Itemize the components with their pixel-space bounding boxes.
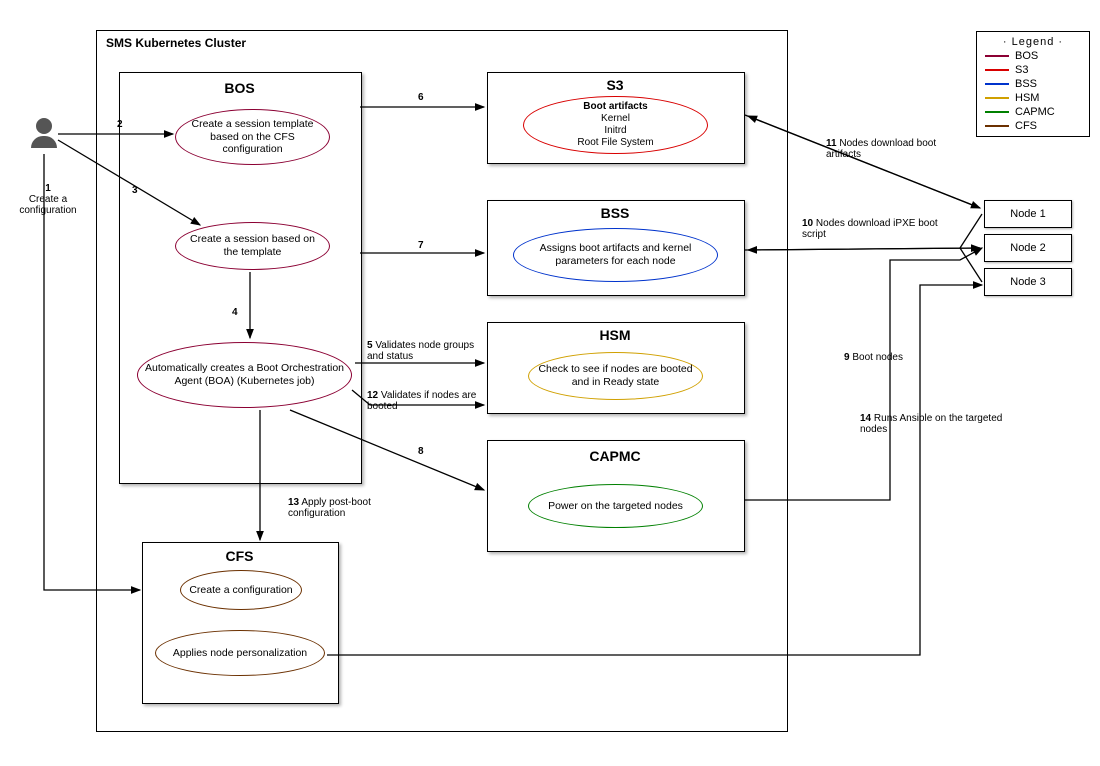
node-1: Node 1 xyxy=(984,200,1072,228)
capmc-e1-text: Power on the targeted nodes xyxy=(548,500,683,513)
legend-bos: BOS xyxy=(985,50,1081,62)
bos-e1-text: Create a session template based on the C… xyxy=(182,118,323,156)
node-3: Node 3 xyxy=(984,268,1072,296)
capmc-title: CAPMC xyxy=(487,448,743,464)
step-5-label: 5 Validates node groups and status xyxy=(367,340,487,362)
cfs-ellipse-config: Create a configuration xyxy=(180,570,302,610)
step-6-label: 6 xyxy=(418,92,424,103)
cfs-title: CFS xyxy=(142,548,337,564)
bos-ellipse-session-template: Create a session template based on the C… xyxy=(175,109,330,165)
hsm-ellipse: Check to see if nodes are booted and in … xyxy=(528,352,703,400)
bos-e3-text: Automatically creates a Boot Orchestrati… xyxy=(144,362,345,387)
hsm-title: HSM xyxy=(487,327,743,343)
bos-ellipse-boa: Automatically creates a Boot Orchestrati… xyxy=(137,342,352,408)
step-2-label: 2 xyxy=(117,119,123,130)
s3-title: S3 xyxy=(487,77,743,93)
legend-s3: S3 xyxy=(985,64,1081,76)
s3-l3: Root File System xyxy=(577,137,653,149)
step-11-label: 11 Nodes download boot artifacts xyxy=(826,138,966,160)
node-2: Node 2 xyxy=(984,234,1072,262)
cfs-ellipse-personalization: Applies node personalization xyxy=(155,630,325,676)
step-4-label: 4 xyxy=(232,307,238,318)
step-13-label: 13 Apply post-boot configuration xyxy=(288,497,388,519)
step-3-label: 3 xyxy=(132,185,138,196)
bos-ellipse-session: Create a session based on the template xyxy=(175,222,330,270)
bss-e1-text: Assigns boot artifacts and kernel parame… xyxy=(520,242,711,267)
legend-bss: BSS xyxy=(985,78,1081,90)
user-icon xyxy=(30,118,58,148)
capmc-ellipse: Power on the targeted nodes xyxy=(528,484,703,528)
step-8-label: 8 xyxy=(418,446,424,457)
bos-title: BOS xyxy=(119,80,360,96)
cfs-e1-text: Create a configuration xyxy=(189,584,292,597)
legend-cfs: CFS xyxy=(985,120,1081,132)
cluster-title: SMS Kubernetes Cluster xyxy=(106,36,246,50)
legend-capmc: CAPMC xyxy=(985,106,1081,118)
bss-ellipse: Assigns boot artifacts and kernel parame… xyxy=(513,228,718,282)
legend-title: · Legend · xyxy=(985,36,1081,48)
step-10-label: 10 Nodes download iPXE boot script xyxy=(802,218,942,240)
legend-box: · Legend · BOS S3 BSS HSM CAPMC CFS xyxy=(976,31,1090,137)
step-7-label: 7 xyxy=(418,240,424,251)
step-1-label: 1Create a configuration xyxy=(13,183,83,216)
bos-e2-text: Create a session based on the template xyxy=(182,233,323,258)
hsm-e1-text: Check to see if nodes are booted and in … xyxy=(535,363,696,388)
s3-l1: Kernel xyxy=(601,113,630,125)
s3-head: Boot artifacts xyxy=(583,101,647,113)
step-14-label: 14 Runs Ansible on the targeted nodes xyxy=(860,413,1010,435)
step-12-label: 12 Validates if nodes are booted xyxy=(367,390,477,412)
bss-title: BSS xyxy=(487,205,743,221)
legend-hsm: HSM xyxy=(985,92,1081,104)
step-9-label: 9 Boot nodes xyxy=(844,352,924,363)
cfs-box xyxy=(142,542,339,704)
s3-l2: Initrd xyxy=(604,125,626,137)
cfs-e2-text: Applies node personalization xyxy=(173,647,307,660)
s3-ellipse: Boot artifacts Kernel Initrd Root File S… xyxy=(523,96,708,154)
